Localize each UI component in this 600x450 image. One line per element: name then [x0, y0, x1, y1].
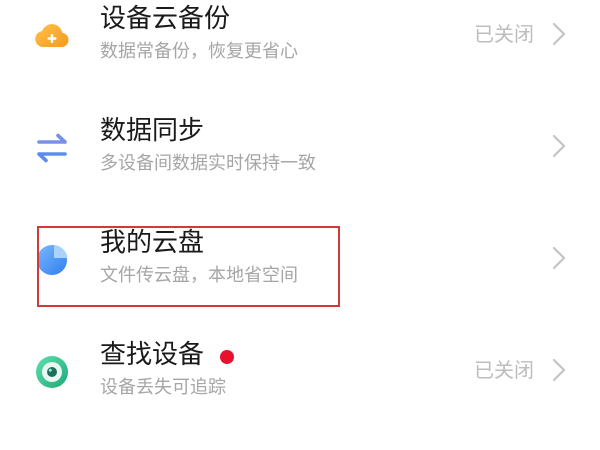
find-device-icon	[32, 352, 72, 392]
item-subtitle: 多设备间数据实时保持一致	[100, 153, 316, 174]
status-text: 已关闭	[474, 358, 534, 382]
item-subtitle: 设备丢失可追踪	[100, 377, 226, 398]
chevron-right-icon	[552, 134, 566, 158]
sync-arrows-icon	[32, 128, 72, 168]
item-title: 数据同步	[100, 116, 205, 146]
settings-list: 设备云备份 数据常备份，恢复更省心 已关闭 数据同步 多设备间数据实时保持一致	[0, 0, 600, 450]
item-subtitle: 文件传云盘，本地省空间	[100, 265, 298, 286]
chevron-right-icon	[552, 22, 566, 46]
item-title: 我的云盘	[100, 228, 205, 258]
cloud-disk-pie-icon	[32, 240, 72, 280]
item-subtitle: 数据常备份，恢复更省心	[100, 41, 298, 62]
list-item-data-sync[interactable]: 数据同步 多设备间数据实时保持一致	[0, 90, 600, 202]
status-text: 已关闭	[474, 22, 534, 46]
cloud-plus-icon	[32, 16, 72, 56]
item-title: 查找设备	[100, 340, 205, 370]
chevron-right-icon	[552, 358, 566, 382]
notification-dot	[220, 350, 234, 364]
list-item-my-cloud-disk[interactable]: 我的云盘 文件传云盘，本地省空间	[0, 202, 600, 314]
item-title: 设备云备份	[100, 4, 231, 34]
list-item-device-cloud-backup[interactable]: 设备云备份 数据常备份，恢复更省心 已关闭	[0, 0, 600, 90]
list-item-find-device[interactable]: 查找设备 设备丢失可追踪 已关闭	[0, 314, 600, 426]
chevron-right-icon	[552, 246, 566, 270]
